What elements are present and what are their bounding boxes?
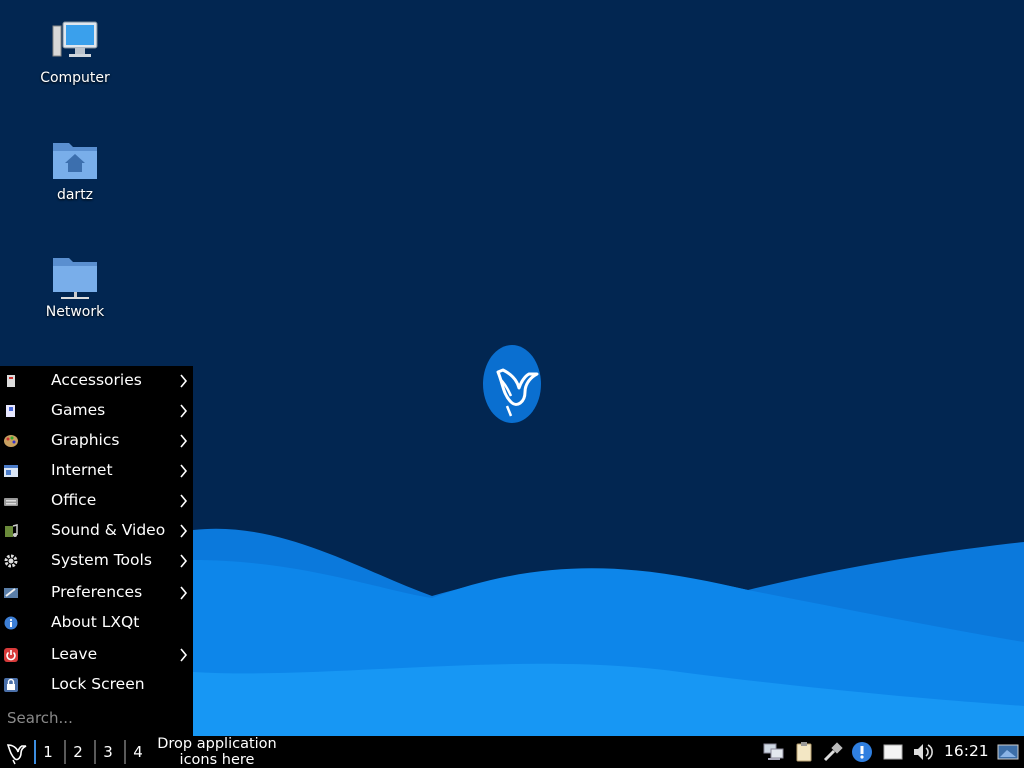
clipboard-icon[interactable] [793,741,815,763]
menu-search-input[interactable] [0,704,193,732]
update-notification-icon[interactable] [851,741,873,763]
menu-item-system-tools[interactable]: System Tools [0,546,193,576]
office-icon [4,498,18,506]
menu-item-about-lxqt[interactable]: About LXQt [0,608,193,638]
accessories-icon [7,375,15,387]
desktop-separator [124,740,126,764]
desktop-number: 1 [43,743,53,761]
power-icon [4,648,18,662]
menu-item-preferences[interactable]: Preferences [0,578,193,608]
menu-item-label: Sound & Video [51,521,166,539]
menu-item-label: System Tools [51,551,152,569]
network-status-icon[interactable] [763,741,785,763]
chevron-right-icon [180,554,188,568]
info-icon [4,616,18,630]
menu-item-label: Office [51,491,97,509]
taskbar: 1 2 3 4 Drop application icons here 16:2… [0,736,1024,768]
desktop[interactable]: Computer dartz Network Accessories Games… [0,0,1024,736]
menu-item-label: Lock Screen [51,675,145,693]
menu-item-lock-screen[interactable]: Lock Screen [0,670,193,700]
menu-item-label: Internet [51,461,113,479]
desktop-switch-2[interactable]: 2 [64,739,92,765]
sound-video-icon [5,524,18,537]
menu-item-label: Games [51,401,106,419]
quicklaunch-area[interactable]: Drop application icons here [152,736,282,768]
desktop-separator [94,740,96,764]
games-icon [6,405,15,417]
computer-icon [52,21,98,57]
volume-icon[interactable] [912,741,934,763]
quicklaunch-hint-line1: Drop application [157,736,277,752]
gear-icon [4,554,18,568]
network-folder-icon [53,258,97,299]
desktop-number: 2 [73,743,83,761]
usb-mount-icon[interactable] [822,741,844,763]
chevron-right-icon [180,434,188,448]
desktop-switch-1[interactable]: 1 [34,739,62,765]
menu-item-label: Graphics [51,431,120,449]
menu-item-graphics[interactable]: Graphics [0,426,193,456]
menu-item-leave[interactable]: Leave [0,640,193,670]
desktop-switch-4[interactable]: 4 [124,739,152,765]
home-folder-icon [53,143,97,179]
menu-item-label: Preferences [51,583,143,601]
chevron-right-icon [180,494,188,508]
menu-item-office[interactable]: Office [0,486,193,516]
menu-item-games[interactable]: Games [0,396,193,426]
chevron-right-icon [180,374,188,388]
graphics-icon [4,435,18,447]
desktop-icon-computer[interactable]: Computer [20,20,130,86]
desktop-switch-3[interactable]: 3 [94,739,122,765]
menu-item-internet[interactable]: Internet [0,456,193,486]
desktop-icon-home[interactable]: dartz [20,137,130,203]
menu-item-label: Leave [51,645,98,663]
chevron-right-icon [180,586,188,600]
menu-item-sound-video[interactable]: Sound & Video [0,516,193,546]
clock[interactable]: 16:21 [944,742,989,760]
menu-item-label: Accessories [51,371,142,389]
desktop-separator [64,740,66,764]
show-desktop-icon[interactable] [997,741,1019,763]
lock-icon [4,678,18,692]
desktop-separator [34,740,36,764]
chevron-right-icon [180,648,188,662]
preferences-icon [4,588,18,598]
desktop-icon-label: dartz [56,187,94,203]
chevron-right-icon [180,464,188,478]
start-menu: Accessories Games Graphics Internet Offi… [0,366,193,736]
battery-icon[interactable] [882,741,904,763]
desktop-icon-label: Network [45,304,105,320]
internet-icon [4,465,18,477]
lxqt-logo [483,345,541,423]
chevron-right-icon [180,404,188,418]
chevron-right-icon [180,524,188,538]
start-menu-button[interactable] [2,739,28,765]
desktop-icon-network[interactable]: Network [20,254,130,320]
desktop-number: 4 [133,743,143,761]
desktop-number: 3 [103,743,113,761]
quicklaunch-hint-line2: icons here [179,752,255,768]
menu-item-label: About LXQt [51,613,140,631]
menu-item-accessories[interactable]: Accessories [0,366,193,396]
desktop-icon-label: Computer [40,70,110,86]
